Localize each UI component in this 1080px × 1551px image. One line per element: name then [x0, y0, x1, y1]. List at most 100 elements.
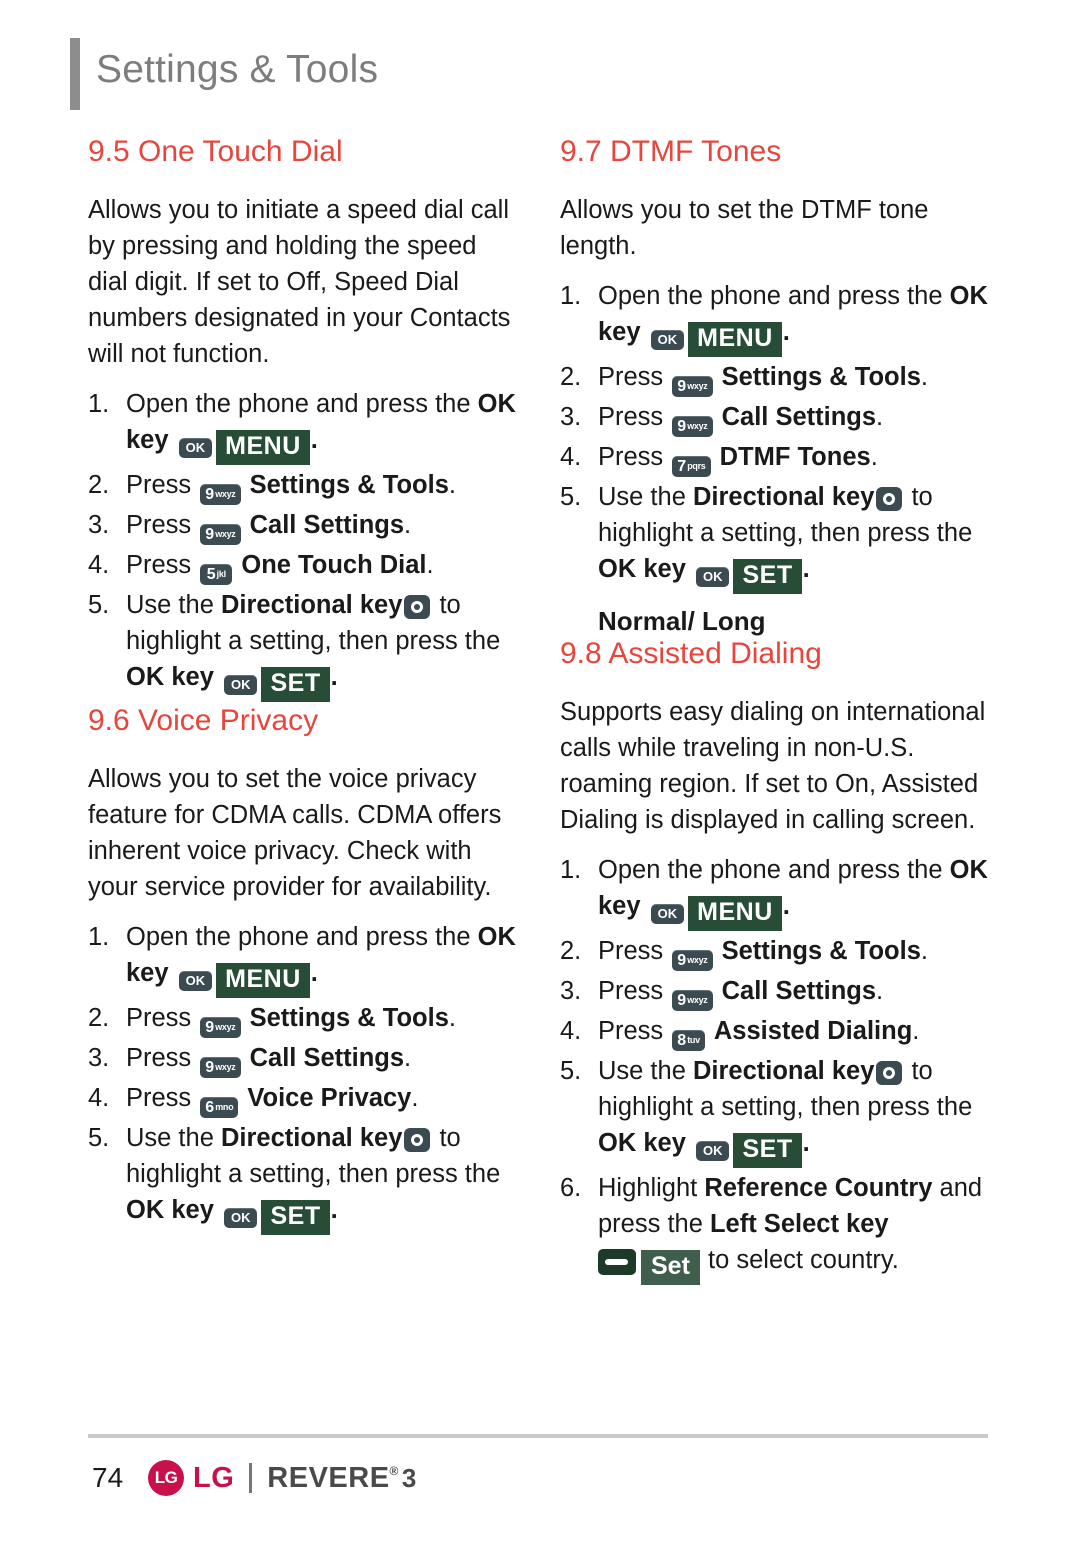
step-number: 5.	[88, 1124, 110, 1152]
step-number: 3.	[88, 511, 110, 539]
step-text: Press	[598, 1017, 671, 1045]
brand-logo: LG LG REVERE® 3	[148, 1460, 417, 1496]
step-punct: .	[330, 1196, 338, 1224]
step-text: Press	[598, 443, 671, 471]
step-punct: .	[920, 363, 928, 391]
step-punct: .	[330, 663, 338, 691]
step-punct: .	[920, 937, 928, 965]
list-item: 6. Highlight Reference Country and press…	[560, 1170, 990, 1285]
step-punct: .	[782, 318, 790, 346]
right-column: 9.7 DTMF Tones Allows you to set the DTM…	[560, 135, 990, 1287]
step-number: 6.	[560, 1174, 582, 1202]
menu-button-icon: MENU	[688, 322, 782, 357]
step-number: 1.	[88, 923, 110, 951]
section-intro-one-touch-dial: Allows you to initiate a speed dial call…	[88, 196, 511, 368]
steps-dtmf-tones: 1. Open the phone and press the OK key O…	[560, 278, 990, 594]
step-bold: OK key	[126, 1196, 214, 1224]
section-intro-voice-privacy: Allows you to set the voice privacy feat…	[88, 765, 502, 901]
step-bold: Settings & Tools	[721, 937, 921, 965]
step-text: Use the	[126, 1124, 221, 1152]
step-text: Use the	[598, 1057, 693, 1085]
ok-key-icon: OK	[178, 971, 213, 991]
list-item: 4. Press 7pqrs DTMF Tones.	[560, 439, 990, 477]
list-item: 5. Use the Directional key to highlight …	[560, 479, 990, 594]
step-punct: .	[782, 892, 790, 920]
numeric-key-icon: 7pqrs	[672, 456, 711, 477]
section-intro-dtmf-tones: Allows you to set the DTMF tone length.	[560, 196, 929, 260]
left-select-key-icon	[598, 1249, 636, 1275]
step-punct: .	[802, 1129, 810, 1157]
list-item: 5. Use the Directional key to highlight …	[560, 1053, 990, 1168]
step-bold: Settings & Tools	[249, 1004, 449, 1032]
step-punct: .	[912, 1017, 920, 1045]
step-bold: Directional key	[220, 1124, 403, 1152]
step-punct: .	[426, 551, 434, 579]
list-item: 2. Press 9wxyz Settings & Tools.	[88, 1000, 518, 1038]
model-name: REVERE® 3	[267, 1462, 417, 1495]
list-item: 2. Press 9wxyz Settings & Tools.	[560, 933, 990, 971]
step-number: 3.	[560, 403, 582, 431]
ok-key-icon: OK	[650, 330, 685, 350]
set-button-icon: SET	[261, 667, 330, 702]
ok-key-icon: OK	[223, 675, 258, 695]
step-bold: Settings & Tools	[249, 471, 449, 499]
section-heading-assisted-dialing: 9.8 Assisted Dialing	[560, 637, 822, 670]
step-number: 1.	[560, 856, 582, 884]
step-punct: .	[448, 1004, 456, 1032]
directional-key-icon	[876, 1061, 903, 1085]
menu-button-icon: MENU	[688, 896, 782, 931]
step-punct: .	[870, 443, 878, 471]
list-item: 5. Use the Directional key to highlight …	[88, 1120, 518, 1235]
step-number: 1.	[88, 390, 110, 418]
list-item: 4. Press 8tuv Assisted Dialing.	[560, 1013, 990, 1051]
step-text: Open the phone and press the	[598, 856, 950, 884]
step-punct: .	[876, 403, 884, 431]
list-item: 1. Open the phone and press the OK key O…	[88, 919, 518, 998]
header-accent-bar	[70, 38, 80, 110]
list-item: 4. Press 6mno Voice Privacy.	[88, 1080, 518, 1118]
step-bold: Reference Country	[704, 1174, 933, 1202]
directional-key-icon	[404, 1128, 431, 1152]
list-item: 3. Press 9wxyz Call Settings.	[560, 973, 990, 1011]
set-button-icon: SET	[733, 1133, 802, 1168]
step-punct: .	[448, 471, 456, 499]
numeric-key-icon: 9wxyz	[672, 950, 713, 971]
numeric-key-icon: 8tuv	[672, 1030, 705, 1051]
step-text: Open the phone and press the	[598, 282, 950, 310]
step-number: 4.	[560, 443, 582, 471]
step-punct: .	[411, 1084, 419, 1112]
step-text: Press	[126, 471, 199, 499]
step-bold: Left Select key	[709, 1210, 889, 1238]
set-softkey-icon: Set	[641, 1250, 700, 1285]
step-text: Press	[126, 1084, 199, 1112]
numeric-key-icon: 9wxyz	[672, 416, 713, 437]
step-punct: .	[404, 511, 412, 539]
step-bold: Directional key	[692, 483, 875, 511]
step-number: 3.	[88, 1044, 110, 1072]
numeric-key-icon: 9wxyz	[672, 376, 713, 397]
menu-button-icon: MENU	[216, 963, 310, 998]
page-number: 74	[92, 1462, 124, 1493]
step-bold: Call Settings	[721, 403, 877, 431]
registered-mark: ®	[389, 1463, 399, 1478]
set-button-icon: SET	[733, 559, 802, 594]
list-item: 3. Press 9wxyz Call Settings.	[560, 399, 990, 437]
step-text: Use the	[598, 483, 693, 511]
numeric-key-icon: 9wxyz	[200, 1057, 241, 1078]
section-heading-voice-privacy: 9.6 Voice Privacy	[88, 704, 319, 737]
step-punct: .	[310, 959, 318, 987]
step-text: Press	[598, 977, 671, 1005]
list-item: 1. Open the phone and press the OK key O…	[88, 386, 518, 465]
step-bold: Directional key	[220, 591, 403, 619]
ok-key-icon: OK	[695, 567, 730, 587]
steps-voice-privacy: 1. Open the phone and press the OK key O…	[88, 919, 518, 1235]
step-text: Open the phone and press the	[126, 390, 478, 418]
numeric-key-icon: 9wxyz	[200, 1017, 241, 1038]
step-bold: Directional key	[692, 1057, 875, 1085]
footer-divider	[88, 1434, 988, 1438]
numeric-key-icon: 5jkl	[200, 564, 233, 585]
directional-key-icon	[876, 487, 903, 511]
step-text: Open the phone and press the	[126, 923, 478, 951]
step-bold: Call Settings	[721, 977, 877, 1005]
step-number: 2.	[560, 363, 582, 391]
